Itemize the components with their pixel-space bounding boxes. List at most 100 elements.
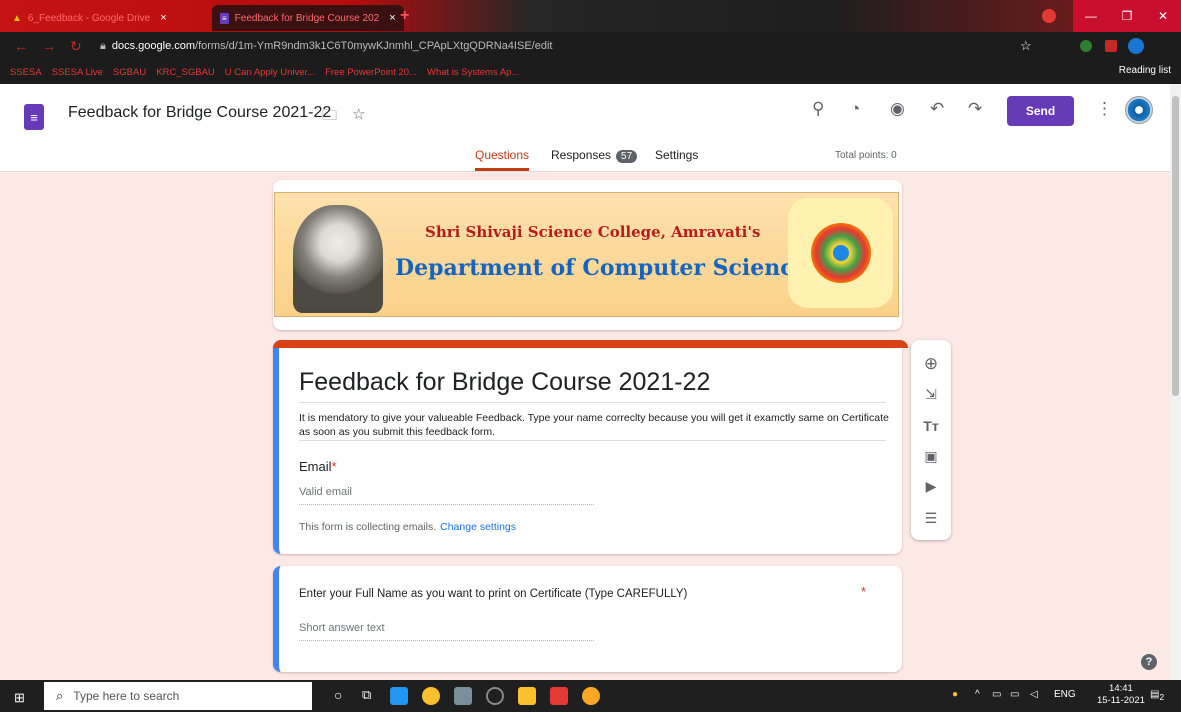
folder-icon[interactable]: 🗀	[322, 105, 337, 130]
extension-icon[interactable]	[1105, 40, 1117, 52]
add-section-icon[interactable]: ☰	[911, 510, 951, 527]
account-avatar-icon[interactable]	[1128, 38, 1144, 54]
tab-settings[interactable]: Settings	[655, 148, 698, 162]
email-label-text: Email	[299, 459, 332, 474]
tab-responses[interactable]: Responses 57	[551, 148, 638, 163]
tab-questions[interactable]: Questions	[475, 148, 530, 171]
star-bookmark-icon[interactable]: ☆	[1020, 38, 1032, 54]
avatar[interactable]	[1125, 96, 1153, 124]
banner-college-name: Shri Shivaji Science College, Amravati's	[425, 223, 761, 241]
back-icon[interactable]: ←	[14, 38, 28, 54]
app-icon[interactable]	[486, 687, 504, 705]
scrollbar-thumb[interactable]	[1172, 96, 1179, 396]
minimize-button[interactable]: —	[1073, 0, 1109, 32]
sticky-notes-icon[interactable]	[518, 687, 536, 705]
bookmark-sgbau[interactable]: SGBAU	[113, 67, 146, 78]
bookmark-u-can-apply[interactable]: U Can Apply Univer...	[225, 67, 315, 78]
department-logo	[788, 198, 893, 308]
bookmark-krc-sgbau[interactable]: KRC_SGBAU	[156, 67, 215, 78]
addons-icon[interactable]: ⚲	[812, 99, 824, 119]
battery-icon[interactable]: ▭	[992, 689, 1001, 700]
form-description-field[interactable]: It is mendatory to give your valueable F…	[299, 411, 889, 439]
cortana-icon[interactable]: ○	[334, 687, 352, 705]
taskbar-search-box[interactable]: ⌕ Type here to search	[44, 682, 312, 710]
tab-feedback-form[interactable]: ≡ Feedback for Bridge Course 202 ×	[212, 5, 404, 31]
help-icon[interactable]: ?	[1141, 654, 1157, 670]
more-vert-icon[interactable]: ⋮	[1096, 99, 1113, 119]
windows-taskbar: ⊞ ⌕ Type here to search ○ ⧉ ● ^ ▭ ▭ ◁ EN…	[0, 680, 1181, 712]
bookmark-ssesa[interactable]: SSESA	[10, 67, 42, 78]
header-banner-image: Shri Shivaji Science College, Amravati's…	[274, 192, 899, 317]
clock[interactable]: 14:41 15-11-2021	[1097, 683, 1145, 707]
preview-eye-icon[interactable]: ◉	[890, 99, 905, 119]
palette-icon[interactable]: ◔	[850, 99, 860, 119]
clock-date: 15-11-2021	[1097, 695, 1145, 706]
new-tab-button[interactable]: +	[400, 7, 409, 25]
bookmark-systems-ap[interactable]: What is Systems Ap...	[427, 67, 519, 78]
chevron-up-icon[interactable]: ^	[975, 689, 980, 700]
tab-google-drive[interactable]: ▲ 6_Feedback - Google Drive ×	[4, 5, 175, 31]
volume-icon[interactable]: ◁	[1030, 689, 1038, 700]
tray-app-icon[interactable]: ●	[952, 689, 958, 700]
add-image-icon[interactable]: ▣	[911, 448, 951, 465]
windows-start-icon[interactable]: ⊞	[14, 690, 25, 706]
bookmark-ssesa-live[interactable]: SSESA Live	[52, 67, 103, 78]
form-title-field[interactable]: Feedback for Bridge Course 2021-22	[299, 368, 710, 397]
maximize-button[interactable]: ❐	[1109, 0, 1145, 32]
add-video-icon[interactable]: ▶	[911, 478, 951, 495]
short-answer-placeholder: Short answer text	[299, 622, 385, 634]
redo-icon[interactable]: ↷	[968, 99, 982, 119]
email-placeholder: Valid email	[299, 486, 352, 498]
divider	[299, 402, 886, 403]
tab-responses-label: Responses	[551, 148, 612, 162]
tab-title: Feedback for Bridge Course 202	[234, 12, 380, 24]
star-icon[interactable]: ☆	[352, 105, 365, 123]
task-view-icon[interactable]: ⧉	[362, 687, 380, 705]
browser-tab-strip: ▲ 6_Feedback - Google Drive × ≡ Feedback…	[0, 0, 1181, 32]
close-window-button[interactable]: ✕	[1145, 0, 1181, 32]
network-icon[interactable]: ▭	[1010, 689, 1019, 700]
bookmark-free-powerpoint[interactable]: Free PowerPoint 20...	[325, 67, 417, 78]
pdf-reader-icon[interactable]	[550, 687, 568, 705]
change-settings-link[interactable]: Change settings	[440, 521, 516, 533]
total-points: Total points: 0	[835, 150, 897, 161]
theme-top-border	[273, 340, 908, 348]
notification-count: 2	[1159, 692, 1165, 702]
collect-emails-note: This form is collecting emails. Change se…	[299, 521, 516, 533]
import-questions-icon[interactable]: ⇲	[911, 386, 951, 403]
undo-icon[interactable]: ↶	[930, 99, 944, 119]
chrome-icon[interactable]	[422, 687, 440, 705]
close-icon[interactable]: ×	[389, 12, 395, 24]
form-title[interactable]: Feedback for Bridge Course 2021-22	[68, 104, 331, 122]
drive-icon: ▲	[12, 12, 22, 24]
language-indicator[interactable]: ENG	[1054, 689, 1076, 700]
google-forms-icon[interactable]: ≡	[24, 104, 44, 130]
reading-list-button[interactable]: Reading list	[1119, 65, 1171, 76]
reload-icon[interactable]: ↻	[70, 38, 82, 55]
required-asterisk: *	[861, 584, 867, 599]
email-underline	[299, 504, 594, 505]
url-host: docs.google.com	[111, 40, 196, 52]
forward-icon[interactable]: →	[42, 38, 56, 54]
bookmarks-bar: SSESA SSESA Live SGBAU KRC_SGBAU U Can A…	[0, 60, 1181, 84]
chrome-icon[interactable]	[582, 687, 600, 705]
profile-icon[interactable]	[1042, 9, 1056, 23]
form-header: ≡ Feedback for Bridge Course 2021-22 🗀 ☆…	[0, 84, 1170, 172]
question-card[interactable]: Enter your Full Name as you want to prin…	[273, 566, 902, 672]
forms-icon: ≡	[220, 12, 229, 24]
address-bar-row: ← → ↻ 🔒︎ docs.google.com /forms/d/1m-YmR…	[0, 32, 1181, 60]
file-explorer-icon[interactable]	[390, 687, 408, 705]
app-icon[interactable]	[454, 687, 472, 705]
send-button[interactable]: Send	[1007, 96, 1074, 126]
question-title[interactable]: Enter your Full Name as you want to prin…	[299, 588, 687, 600]
close-icon[interactable]: ×	[160, 12, 166, 24]
question-side-toolbar: ⊕ ⇲ Tт ▣ ▶ ☰	[911, 340, 951, 540]
form-title-card[interactable]: Feedback for Bridge Course 2021-22 It is…	[273, 340, 908, 554]
header-image-card[interactable]: Shri Shivaji Science College, Amravati's…	[273, 180, 902, 330]
url-field[interactable]: 🔒︎ docs.google.com /forms/d/1m-YmR9ndm3k…	[100, 36, 552, 56]
page-scrollbar[interactable]	[1170, 84, 1181, 680]
add-question-icon[interactable]: ⊕	[911, 354, 951, 374]
add-title-icon[interactable]: Tт	[911, 418, 951, 434]
extension-icon[interactable]	[1080, 40, 1092, 52]
notifications-icon[interactable]: ▤2	[1150, 689, 1164, 702]
